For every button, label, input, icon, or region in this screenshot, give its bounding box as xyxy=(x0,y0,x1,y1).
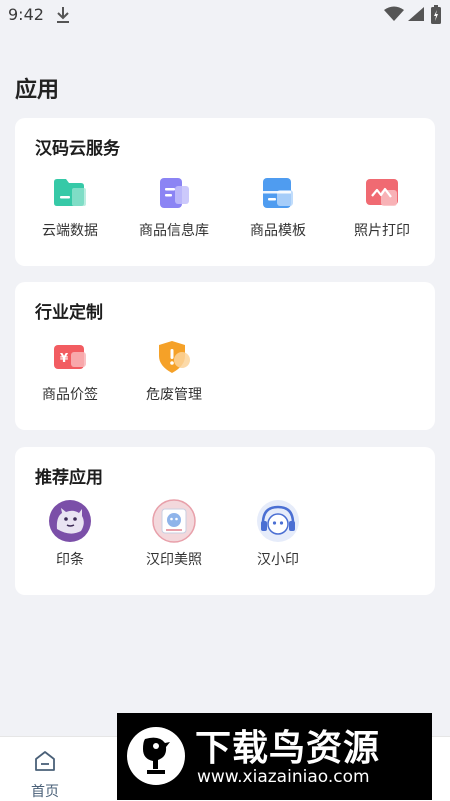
app-grid: 印条 汉印美照 汉小印 xyxy=(15,499,435,583)
section-cloud-services: 汉码云服务 云端数据 商品信息库 商品模板 照片打印 xyxy=(15,118,435,266)
section-recommended: 推荐应用 印条 汉印美照 汉小印 xyxy=(15,447,435,595)
template-icon xyxy=(263,178,293,208)
app-meizhao[interactable]: 汉印美照 xyxy=(122,499,226,573)
section-title: 汉码云服务 xyxy=(35,139,120,159)
section-title: 行业定制 xyxy=(35,303,103,323)
svg-text:¥: ¥ xyxy=(60,351,69,365)
signal-icon xyxy=(408,7,424,21)
folder-icon xyxy=(54,179,86,206)
app-label: 云端数据 xyxy=(42,223,98,239)
app-label: 商品信息库 xyxy=(139,223,209,239)
bird-logo-icon xyxy=(127,727,185,785)
watermark-title: 下载鸟资源 xyxy=(195,728,381,769)
watermark-url: www.xiazainiao.com xyxy=(197,767,370,787)
status-bar: 9:42 xyxy=(0,0,450,30)
app-price-tag[interactable]: ¥ 商品价签 xyxy=(18,338,122,408)
app-cloud-data[interactable]: 云端数据 xyxy=(18,174,122,244)
app-photo-print[interactable]: 照片打印 xyxy=(330,174,434,244)
hanxiaoyin-avatar-icon xyxy=(257,500,299,542)
photo-print-icon xyxy=(366,179,398,206)
tab-home-label: 首页 xyxy=(31,784,59,800)
app-product-template[interactable]: 商品模板 xyxy=(226,174,330,244)
app-label: 汉印美照 xyxy=(146,552,202,568)
app-hazard-management[interactable]: 危废管理 xyxy=(122,338,226,408)
download-icon xyxy=(57,7,69,23)
home-icon xyxy=(35,751,55,771)
app-label: 汉小印 xyxy=(257,552,299,568)
status-time: 9:42 xyxy=(8,5,44,24)
app-label: 印条 xyxy=(56,552,84,568)
battery-icon xyxy=(431,5,441,24)
app-label: 商品模板 xyxy=(250,223,306,239)
section-title: 推荐应用 xyxy=(35,468,103,488)
app-hanxiaoyin[interactable]: 汉小印 xyxy=(226,500,330,573)
hazard-shield-icon xyxy=(159,341,190,373)
tab-home[interactable]: 首页 xyxy=(20,745,70,800)
document-stack-icon xyxy=(160,178,189,208)
app-yintiao[interactable]: 印条 xyxy=(18,500,122,573)
app-label: 照片打印 xyxy=(354,223,410,239)
app-label: 商品价签 xyxy=(42,387,98,403)
yintiao-avatar-icon xyxy=(49,500,91,542)
watermark-banner: 下载鸟资源 www.xiazainiao.com xyxy=(117,713,432,800)
app-grid: ¥ 商品价签 危废管理 xyxy=(15,338,435,418)
meizhao-avatar-icon xyxy=(152,499,196,543)
wifi-icon xyxy=(384,6,404,21)
app-grid: 云端数据 商品信息库 商品模板 照片打印 xyxy=(15,174,435,254)
app-label: 危废管理 xyxy=(146,387,202,403)
app-product-database[interactable]: 商品信息库 xyxy=(122,174,226,244)
section-industry-custom: 行业定制 ¥ 商品价签 危废管理 xyxy=(15,282,435,430)
price-tag-icon: ¥ xyxy=(54,345,86,369)
page-title: 应用 xyxy=(15,78,60,103)
